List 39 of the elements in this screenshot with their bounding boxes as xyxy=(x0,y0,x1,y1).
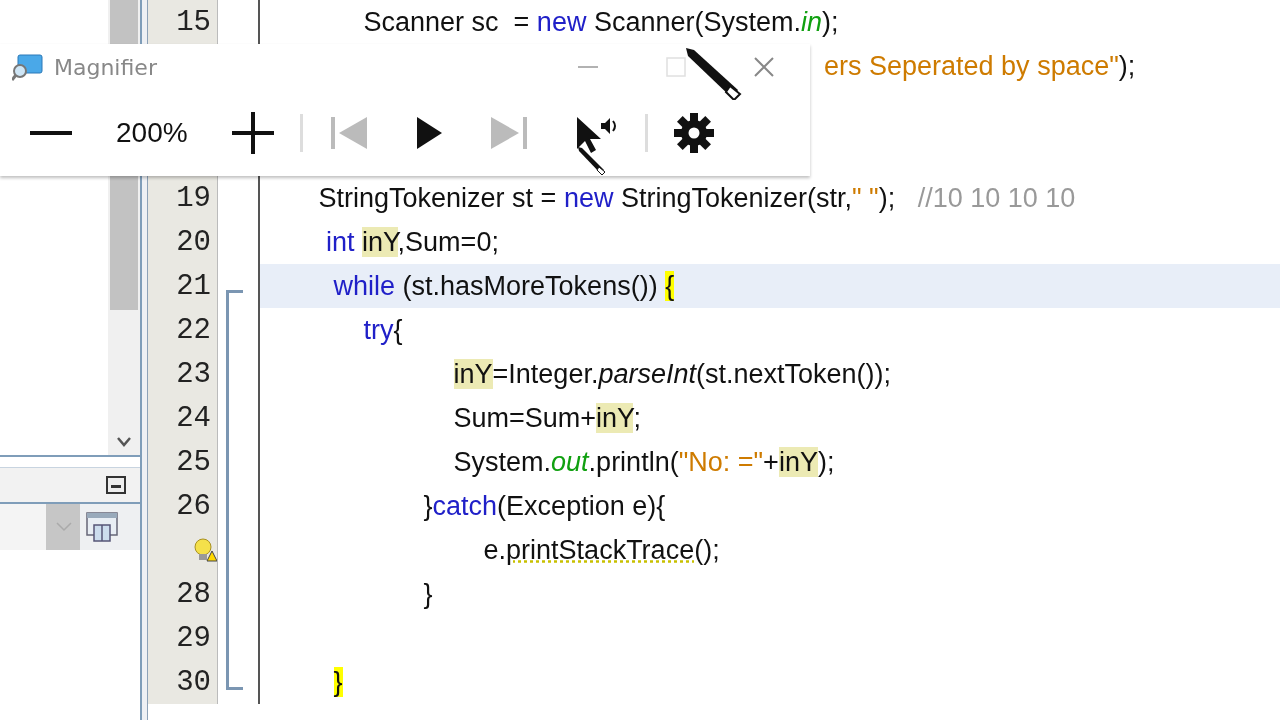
minimize-icon[interactable] xyxy=(106,476,126,494)
line-number: 15 xyxy=(176,5,211,39)
code-line: try{ xyxy=(362,314,403,346)
code-line: System.out.println("No: ="+inY); xyxy=(452,446,835,478)
line-number: 22 xyxy=(176,313,211,347)
magnifier-app-icon xyxy=(12,53,44,81)
code-line: int inY,Sum=0; xyxy=(325,226,499,258)
code-line: e.printStackTrace(); xyxy=(482,534,720,566)
settings-icon[interactable] xyxy=(673,113,714,153)
line-number: 23 xyxy=(176,357,211,391)
close-icon[interactable] xyxy=(752,55,776,79)
code-line: ers Seperated by space"); xyxy=(824,50,1136,82)
line-number: 28 xyxy=(176,577,211,611)
line-number: 21 xyxy=(176,269,211,303)
code-line: } xyxy=(422,578,433,610)
chevron-down-icon[interactable] xyxy=(117,437,131,447)
play-icon[interactable] xyxy=(414,116,443,150)
code-line: Sum=Sum+inY; xyxy=(452,402,641,434)
scrollbar-thumb[interactable] xyxy=(110,0,138,44)
line-number: 26 xyxy=(176,489,211,523)
fold-bracket[interactable] xyxy=(226,290,243,690)
line-number: 24 xyxy=(176,401,211,435)
zoom-level: 200% xyxy=(116,117,188,149)
line-number: 19 xyxy=(176,181,211,215)
code-line: inY=Integer.parseInt(st.nextToken()); xyxy=(452,358,892,390)
lightbulb-warning-icon[interactable] xyxy=(193,537,217,563)
line-number: 30 xyxy=(176,665,211,699)
code-line: while (st.hasMoreTokens()) { xyxy=(332,270,675,302)
line-number: 20 xyxy=(176,225,211,259)
zoom-out-icon[interactable] xyxy=(30,130,72,136)
scrollbar-thumb[interactable] xyxy=(110,176,138,310)
code-line: Scanner sc = new Scanner(System.in); xyxy=(362,6,839,38)
code-line: }catch(Exception e){ xyxy=(422,490,666,522)
line-number: 25 xyxy=(176,445,211,479)
book-window-icon[interactable] xyxy=(86,511,118,543)
zoom-in-icon[interactable] xyxy=(231,112,274,154)
code-line: StringTokenizer st = new StringTokenizer(str," "); //10 10 10 10 xyxy=(317,182,1076,214)
line-number: 29 xyxy=(176,621,211,655)
window-title: Magnifier xyxy=(54,54,157,80)
